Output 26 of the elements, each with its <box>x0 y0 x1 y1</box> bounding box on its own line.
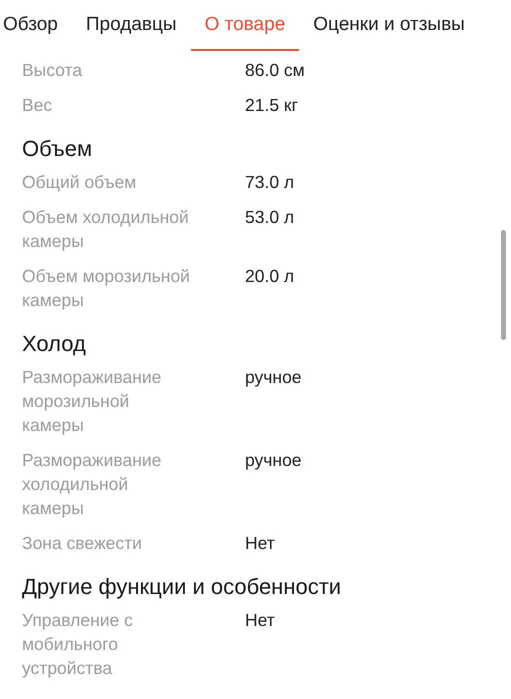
spec-value: 21.5 кг <box>245 94 299 117</box>
spec-value: ручное <box>245 366 303 389</box>
scrollbar-thumb[interactable] <box>501 230 506 340</box>
spec-label: Зона свежести <box>22 532 143 555</box>
spec-value: ручное <box>245 449 303 472</box>
spec-value: 20.0 л <box>245 265 296 288</box>
spec-label: Вес <box>22 94 54 117</box>
spec-value: 86.0 см <box>245 59 306 82</box>
spec-label: Общий объем <box>22 171 138 194</box>
tab[interactable]: Обзор <box>0 0 72 51</box>
section-heading: Холод <box>22 330 87 358</box>
spec-label: Высота <box>22 59 84 82</box>
tab[interactable]: Оценки и отзывы <box>299 0 479 51</box>
spec-label: Размораживание морозильной камеры <box>22 366 162 437</box>
spec-label: Объем холодильной камеры <box>22 206 190 253</box>
spec-value: 53.0 л <box>245 206 296 229</box>
spec-label: Размораживание холодильной камеры <box>22 449 162 520</box>
section-heading: Объем <box>22 135 94 163</box>
spec-label: Управление с мобильного устройства <box>22 609 134 680</box>
spec-value: Нет <box>245 532 276 555</box>
spec-label: Объем морозильной камеры <box>22 265 191 312</box>
spec-value: 73.0 л <box>245 171 296 194</box>
section-heading: Другие функции и особенности <box>22 573 342 601</box>
tab[interactable]: Продавцы <box>72 0 191 51</box>
tab[interactable]: О товаре <box>190 0 300 51</box>
spec-value: Нет <box>245 609 276 632</box>
